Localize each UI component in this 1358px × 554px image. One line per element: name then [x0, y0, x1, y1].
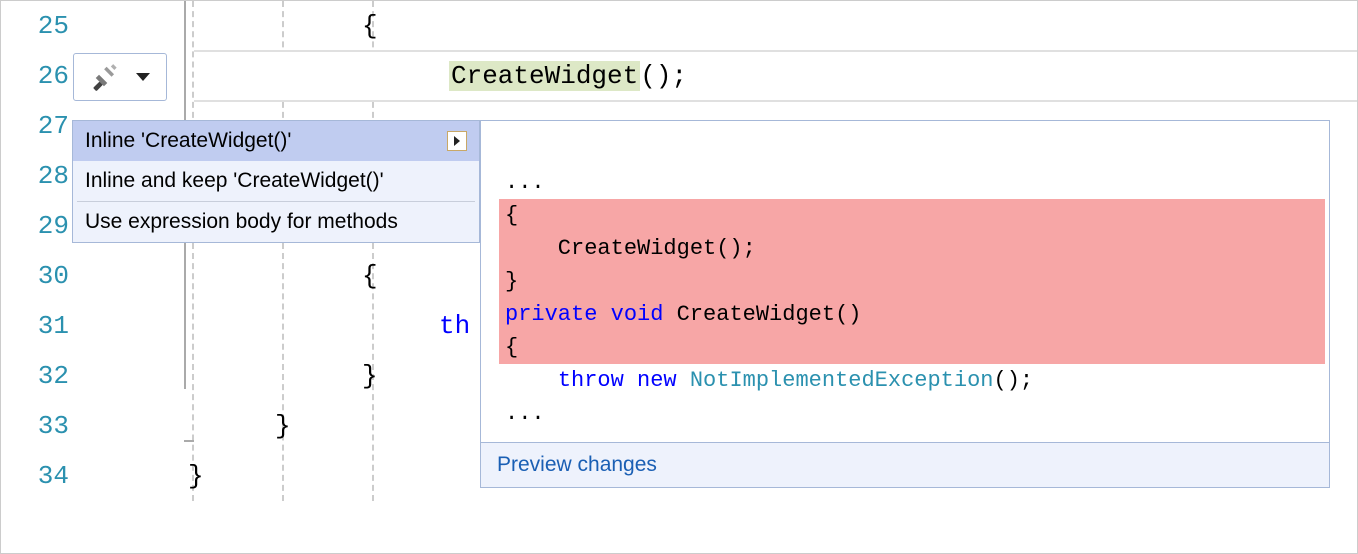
- preview-line: throw new NotImplementedException();: [505, 364, 1305, 397]
- menu-item-expression-body[interactable]: Use expression body for methods: [73, 202, 479, 242]
- menu-item-label: Inline and keep 'CreateWidget()': [85, 169, 384, 193]
- chevron-down-icon: [136, 73, 150, 81]
- code-token: CreateWidget();: [449, 51, 687, 101]
- code-token: }: [362, 351, 378, 401]
- preview-line: ...: [505, 166, 1305, 199]
- preview-line-removed: {: [499, 199, 1325, 232]
- line-number: 31: [1, 301, 69, 351]
- menu-item-label: Use expression body for methods: [85, 210, 398, 234]
- preview-line-removed: CreateWidget();: [499, 232, 1325, 265]
- chevron-right-icon: [454, 136, 460, 146]
- preview-changes-link[interactable]: Preview changes: [481, 442, 1329, 487]
- submenu-indicator: [447, 131, 467, 151]
- line-number: 34: [1, 451, 69, 501]
- line-number: 29: [1, 201, 69, 251]
- preview-code: ...{ CreateWidget();}private void Create…: [481, 121, 1329, 442]
- line-number: 33: [1, 401, 69, 451]
- diff-preview-panel: ...{ CreateWidget();}private void Create…: [480, 120, 1330, 488]
- code-token: }: [275, 401, 291, 451]
- line-number: 30: [1, 251, 69, 301]
- quick-actions-menu: Inline 'CreateWidget()' Inline and keep …: [72, 120, 480, 243]
- preview-line: ...: [505, 397, 1305, 430]
- preview-line-removed: }: [499, 265, 1325, 298]
- code-token: th: [439, 301, 470, 351]
- code-token: {: [362, 251, 378, 301]
- screwdriver-icon: [91, 63, 119, 91]
- preview-line-removed: private void CreateWidget(): [499, 298, 1325, 331]
- menu-item-label: Inline 'CreateWidget()': [85, 129, 291, 153]
- code-editor[interactable]: 25 26 27 28 29 30 31 32 33 34 { CreateWi…: [1, 1, 1357, 553]
- quick-actions-button[interactable]: [73, 53, 167, 101]
- line-number: 27: [1, 101, 69, 151]
- line-number: 26: [1, 51, 69, 101]
- menu-item-inline-keep[interactable]: Inline and keep 'CreateWidget()': [73, 161, 479, 201]
- line-number-gutter: 25 26 27 28 29 30 31 32 33 34: [1, 1, 79, 553]
- code-token: {: [362, 1, 378, 51]
- menu-item-inline[interactable]: Inline 'CreateWidget()': [73, 121, 479, 161]
- line-number: 25: [1, 1, 69, 51]
- line-number: 32: [1, 351, 69, 401]
- code-token: }: [188, 451, 204, 501]
- preview-line-removed: {: [499, 331, 1325, 364]
- line-number: 28: [1, 151, 69, 201]
